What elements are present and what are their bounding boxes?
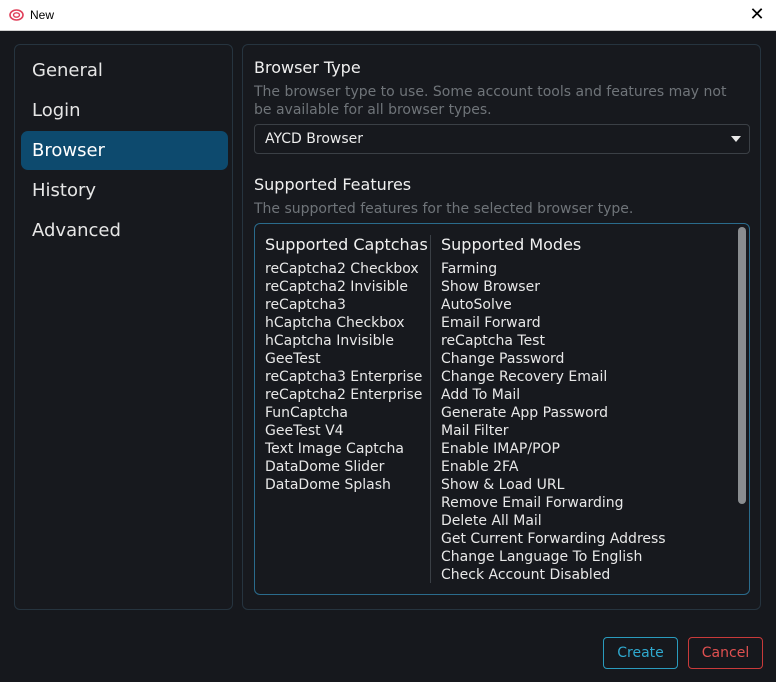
browser-type-selected: AYCD Browser	[265, 131, 364, 147]
captcha-item: GeeTest	[265, 351, 321, 367]
mode-item: Delete All Mail	[441, 513, 542, 529]
nav-item-browser[interactable]: Browser	[21, 131, 228, 170]
nav-item-history[interactable]: History	[21, 171, 228, 210]
captchas-list: reCaptcha2 Checkbox reCaptcha2 Invisible r…	[265, 260, 422, 494]
close-icon[interactable]: ✕	[746, 4, 768, 26]
mode-item: Enable 2FA	[441, 459, 519, 475]
mode-item: Change Recovery Email	[441, 369, 608, 385]
nav-item-general[interactable]: General	[21, 51, 228, 90]
captcha-item: DataDome Splash	[265, 477, 391, 493]
column-divider	[430, 235, 431, 583]
captcha-item: FunCaptcha	[265, 405, 348, 421]
supported-features-box[interactable]: Supported Captchas reCaptcha2 Checkbox re…	[254, 223, 750, 595]
mode-item: reCaptcha Test	[441, 333, 545, 349]
captcha-item: reCaptcha3	[265, 297, 346, 313]
mode-item: Mail Filter	[441, 423, 509, 439]
dropdown-arrow-icon	[731, 136, 741, 142]
captcha-item: GeeTest V4	[265, 423, 344, 439]
mode-item: Check Account Disabled	[441, 567, 611, 583]
browser-type-description: The browser type to use. Some account to…	[254, 84, 727, 118]
cancel-button[interactable]: Cancel	[688, 637, 763, 669]
mode-item: Show Browser	[441, 279, 540, 295]
mode-item: Farming	[441, 261, 498, 277]
title-bar: New ✕	[0, 0, 776, 31]
mode-item: Change Password	[441, 351, 565, 367]
mode-item: Add To Mail	[441, 387, 521, 403]
captcha-item: reCaptcha2 Invisible	[265, 279, 409, 295]
mode-item: Email Forward	[441, 315, 541, 331]
mode-item: Get Current Forwarding Address	[441, 531, 666, 547]
modes-title: Supported Modes	[441, 235, 582, 254]
features-scrollbar[interactable]	[737, 226, 747, 592]
settings-nav: General Login Browser History Advanced	[14, 44, 233, 610]
mode-item: Generate App Password	[441, 405, 609, 421]
supported-features-heading: Supported Features	[254, 175, 412, 194]
scrollbar-thumb[interactable]	[738, 227, 746, 504]
window-title: New	[30, 8, 55, 22]
captcha-item: hCaptcha Checkbox	[265, 315, 405, 331]
mode-item: Show & Load URL	[441, 477, 565, 493]
captcha-item: reCaptcha3 Enterprise	[265, 369, 423, 385]
mode-item: Enable IMAP/POP	[441, 441, 560, 457]
mode-item: AutoSolve	[441, 297, 512, 313]
captcha-item: hCaptcha Invisible	[265, 333, 394, 349]
captcha-item: DataDome Slider	[265, 459, 385, 475]
mode-item: Remove Email Forwarding	[441, 495, 624, 511]
captcha-item: reCaptcha2 Enterprise	[265, 387, 423, 403]
browser-settings-panel: Browser Type The browser type to use. So…	[242, 44, 761, 610]
create-button[interactable]: Create	[603, 637, 678, 669]
captcha-item: reCaptcha2 Checkbox	[265, 261, 419, 277]
nav-item-login[interactable]: Login	[21, 91, 228, 130]
captchas-title: Supported Captchas	[265, 235, 428, 254]
browser-type-heading: Browser Type	[254, 58, 361, 77]
supported-features-description: The supported features for the selected …	[254, 201, 634, 217]
captcha-item: Text Image Captcha	[265, 441, 404, 457]
browser-type-select[interactable]: AYCD Browser	[254, 124, 750, 154]
modes-list: Farming Show Browser AutoSolve Email Forwar…	[441, 260, 666, 584]
app-logo-icon	[9, 9, 24, 21]
mode-item: Change Language To English	[441, 549, 643, 565]
nav-item-advanced[interactable]: Advanced	[21, 211, 228, 250]
